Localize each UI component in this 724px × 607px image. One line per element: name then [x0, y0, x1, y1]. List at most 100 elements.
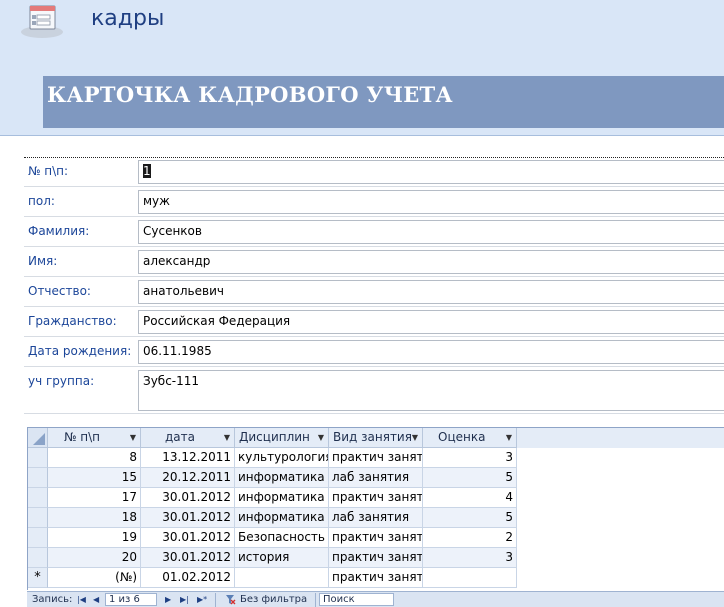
cell-date[interactable]: 30.01.2012: [141, 548, 235, 568]
cell-id[interactable]: 19: [48, 528, 141, 548]
first-record-button[interactable]: |◀: [77, 593, 86, 607]
cell-grade[interactable]: 4: [423, 488, 517, 508]
cell-lesson-type[interactable]: практич занят: [329, 448, 423, 468]
cell-date[interactable]: 30.01.2012: [141, 508, 235, 528]
cell-discipline[interactable]: информатика: [235, 468, 329, 488]
cell-lesson-type[interactable]: практич занят: [329, 528, 423, 548]
column-header-label: Вид занятия: [333, 430, 412, 444]
field-input-id[interactable]: 1: [138, 160, 724, 184]
divider: [215, 593, 216, 607]
field-input-birthdate[interactable]: 06.11.1985: [138, 340, 724, 364]
dropdown-arrow-icon[interactable]: ▼: [130, 428, 136, 447]
table-row[interactable]: 19 30.01.2012 Безопасность практич занят…: [28, 528, 724, 548]
cell-grade[interactable]: [423, 568, 517, 588]
cell-date[interactable]: 01.02.2012: [141, 568, 235, 588]
current-record-field[interactable]: 1 из 6: [105, 593, 157, 606]
cell-discipline[interactable]: информатика: [235, 488, 329, 508]
column-header-lesson-type[interactable]: Вид занятия ▼: [329, 428, 423, 448]
dropdown-arrow-icon[interactable]: ▼: [318, 428, 324, 447]
table-row[interactable]: 20 30.01.2012 история практич занят 3: [28, 548, 724, 568]
cell-discipline[interactable]: информатика: [235, 508, 329, 528]
cell-date[interactable]: 30.01.2012: [141, 488, 235, 508]
card-title-banner: КАРТОЧКА КАДРОВОГО УЧЕТА: [43, 76, 724, 128]
new-record-button[interactable]: ▶*: [197, 593, 207, 607]
dropdown-arrow-icon[interactable]: ▼: [412, 428, 418, 447]
row-selector[interactable]: [28, 468, 48, 488]
cell-id[interactable]: 15: [48, 468, 141, 488]
cell-grade[interactable]: 5: [423, 508, 517, 528]
cell-grade[interactable]: 2: [423, 528, 517, 548]
cell-lesson-type[interactable]: практич занят: [329, 548, 423, 568]
column-header-grade[interactable]: Оценка ▼: [423, 428, 517, 448]
row-selector[interactable]: [28, 528, 48, 548]
field-input-group[interactable]: Зубс-111: [138, 370, 724, 411]
field-value-id: 1: [143, 164, 151, 178]
cell-id[interactable]: 17: [48, 488, 141, 508]
detail-top-border: [24, 157, 724, 158]
field-label-citizenship: Гражданство:: [28, 314, 117, 328]
last-record-button[interactable]: ▶|: [180, 593, 189, 607]
divider: [24, 186, 724, 187]
form-header: кадры КАРТОЧКА КАДРОВОГО УЧЕТА: [0, 0, 724, 135]
datasheet-header: № п\п ▼ дата ▼ Дисциплин ▼ Вид занятия ▼ Оце…: [28, 428, 724, 448]
previous-record-button[interactable]: ◀: [93, 593, 99, 607]
new-record-marker[interactable]: *: [28, 568, 48, 588]
cell-lesson-type[interactable]: практич занят: [329, 488, 423, 508]
cell-id[interactable]: 8: [48, 448, 141, 468]
table-row[interactable]: 8 13.12.2011 культурология практич занят…: [28, 448, 724, 468]
divider: [24, 413, 724, 414]
cell-lesson-type[interactable]: лаб занятия: [329, 468, 423, 488]
cell-date[interactable]: 20.12.2011: [141, 468, 235, 488]
table-row[interactable]: 17 30.01.2012 информатика практич занят …: [28, 488, 724, 508]
divider: [24, 246, 724, 247]
field-input-surname[interactable]: Сусенков: [138, 220, 724, 244]
cell-lesson-type[interactable]: практич занят: [329, 568, 423, 588]
cell-date[interactable]: 13.12.2011: [141, 448, 235, 468]
cell-discipline[interactable]: [235, 568, 329, 588]
cell-discipline[interactable]: культурология: [235, 448, 329, 468]
cell-id[interactable]: 18: [48, 508, 141, 528]
next-record-button[interactable]: ▶: [165, 593, 171, 607]
record-navigation-bar: Запись: |◀ ◀ 1 из 6 ▶ ▶| ▶* Без фильтра …: [27, 591, 724, 607]
filter-icon[interactable]: [225, 594, 236, 605]
app-title: кадры: [91, 6, 165, 31]
column-header-id[interactable]: № п\п ▼: [48, 428, 141, 448]
cell-discipline[interactable]: история: [235, 548, 329, 568]
row-selector[interactable]: [28, 448, 48, 468]
field-label-group: уч группа:: [28, 374, 95, 388]
field-input-gender[interactable]: муж: [138, 190, 724, 214]
field-label-name: Имя:: [28, 254, 58, 268]
dropdown-arrow-icon[interactable]: ▼: [506, 428, 512, 447]
table-row[interactable]: 18 30.01.2012 информатика лаб занятия 5: [28, 508, 724, 528]
row-selector[interactable]: [28, 508, 48, 528]
cell-grade[interactable]: 3: [423, 448, 517, 468]
cell-grade[interactable]: 3: [423, 548, 517, 568]
divider: [24, 276, 724, 277]
column-header-discipline[interactable]: Дисциплин ▼: [235, 428, 329, 448]
divider: [315, 593, 316, 607]
cell-id[interactable]: (№): [48, 568, 141, 588]
card-title: КАРТОЧКА КАДРОВОГО УЧЕТА: [47, 82, 453, 107]
field-input-name[interactable]: александр: [138, 250, 724, 274]
cell-lesson-type[interactable]: лаб занятия: [329, 508, 423, 528]
column-header-label: № п\п: [64, 430, 101, 444]
column-header-date[interactable]: дата ▼: [141, 428, 235, 448]
dropdown-arrow-icon[interactable]: ▼: [224, 428, 230, 447]
field-input-patronymic[interactable]: анатольевич: [138, 280, 724, 304]
divider: [24, 306, 724, 307]
form-icon: [21, 5, 63, 38]
filter-status-button[interactable]: Без фильтра: [240, 593, 307, 607]
row-selector[interactable]: [28, 548, 48, 568]
cell-date[interactable]: 30.01.2012: [141, 528, 235, 548]
record-label: Запись:: [32, 594, 73, 605]
row-selector[interactable]: [28, 488, 48, 508]
new-record-row[interactable]: * (№) 01.02.2012 практич занят: [28, 568, 724, 588]
cell-grade[interactable]: 5: [423, 468, 517, 488]
field-input-citizenship[interactable]: Российская Федерация: [138, 310, 724, 334]
cell-discipline[interactable]: Безопасность: [235, 528, 329, 548]
search-input[interactable]: Поиск: [319, 593, 394, 606]
cell-id[interactable]: 20: [48, 548, 141, 568]
table-row[interactable]: 15 20.12.2011 информатика лаб занятия 5: [28, 468, 724, 488]
select-all-button[interactable]: [28, 428, 48, 448]
header-separator: [0, 135, 724, 136]
